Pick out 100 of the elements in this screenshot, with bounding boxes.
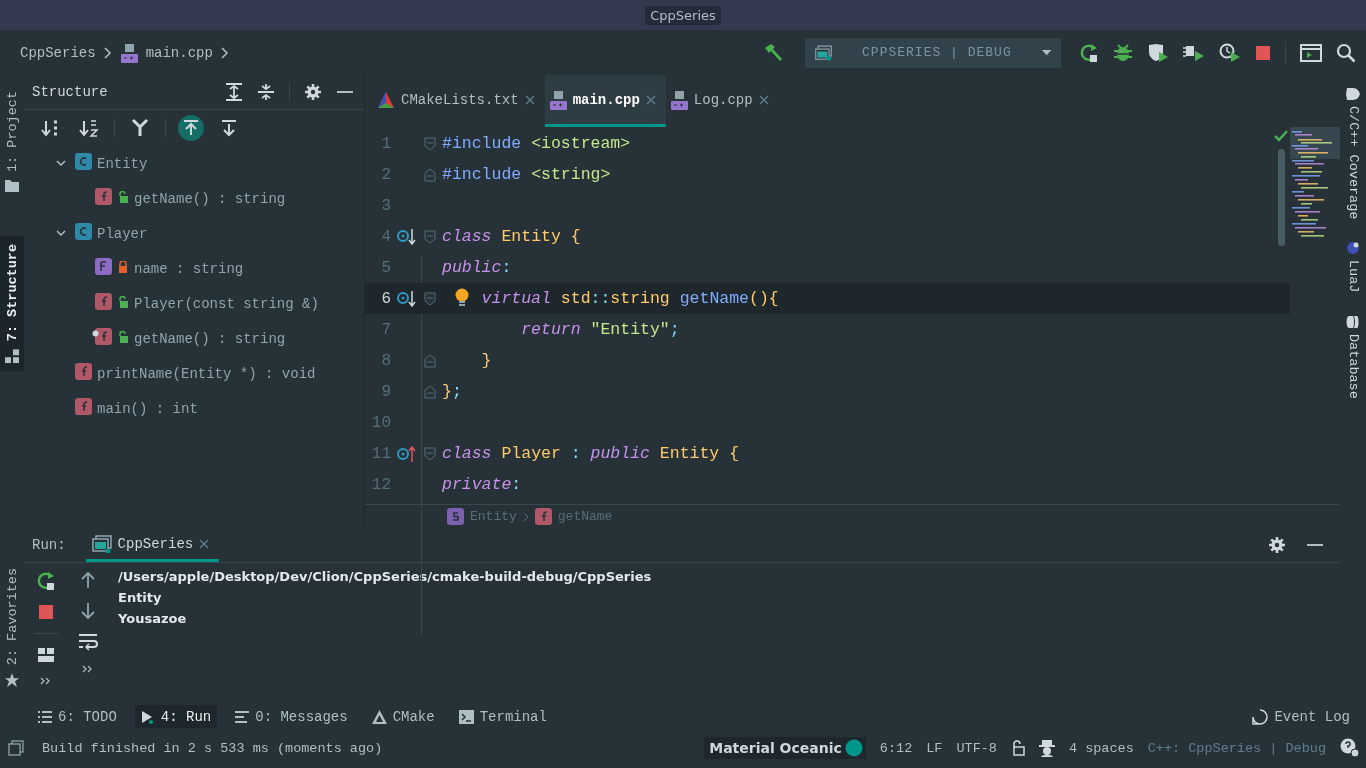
- fold-icon[interactable]: [424, 291, 436, 306]
- chevron-icon: [220, 46, 229, 59]
- line-number: 8: [380, 351, 391, 370]
- tree-item[interactable]: main() : int: [97, 400, 198, 417]
- indent-setting[interactable]: 4 spaces: [1068, 740, 1134, 756]
- function-icon: [95, 328, 112, 345]
- tree-item[interactable]: getName() : string: [134, 330, 286, 347]
- event-log-button[interactable]: Event Log: [1246, 705, 1356, 728]
- function-icon: [534, 508, 552, 525]
- cpp-file-icon: [669, 89, 688, 110]
- shield-icon: [1346, 87, 1360, 101]
- collapse-all-icon[interactable]: [257, 83, 275, 101]
- editor-tab[interactable]: main.cpp: [544, 75, 666, 127]
- file-encoding[interactable]: UTF-8: [956, 740, 997, 756]
- inherited-icon: [130, 118, 150, 138]
- editor-tab[interactable]: CMakeLists.txt: [373, 75, 545, 127]
- console-output-line: Yousazoe: [118, 610, 188, 628]
- line-number: 9: [380, 382, 391, 401]
- tool-window-tab[interactable]: 6: TODO: [32, 705, 123, 728]
- tool-window-tab[interactable]: 0: Messages: [229, 705, 354, 728]
- stop-icon[interactable]: [1255, 44, 1271, 61]
- caret-position[interactable]: 6:12: [879, 740, 913, 756]
- breadcrumb-item[interactable]: CppSeries: [20, 44, 96, 61]
- code-line: virtual std::string getName(){: [481, 289, 779, 308]
- line-number: 1: [380, 134, 391, 153]
- close-icon[interactable]: [524, 94, 535, 105]
- chevrons-icon[interactable]: [82, 664, 94, 674]
- line-separator[interactable]: LF: [926, 740, 943, 756]
- window-icon: [91, 534, 112, 553]
- run-tab[interactable]: CppSeries: [85, 528, 220, 562]
- play-icon: [140, 709, 155, 724]
- tool-window-tab[interactable]: Terminal: [452, 705, 553, 728]
- rerun-icon[interactable]: [36, 571, 56, 591]
- tool-window-tab[interactable]: 4: Run: [134, 705, 218, 728]
- unlocked-icon[interactable]: [1010, 740, 1025, 756]
- rerun-icon[interactable]: [1079, 42, 1099, 63]
- code-line: public:: [442, 258, 512, 277]
- close-icon[interactable]: [758, 94, 769, 105]
- line-number: 4: [380, 227, 391, 246]
- help-icon[interactable]: [1340, 738, 1360, 758]
- autoscroll-to-icon: [219, 118, 239, 138]
- lock-icon: [117, 260, 129, 273]
- moon-icon: [1346, 241, 1360, 256]
- function-icon: [95, 188, 112, 205]
- breadcrumb-item[interactable]: main.cpp: [145, 44, 213, 61]
- tool-window-tab[interactable]: 7: Structure: [0, 236, 24, 372]
- stop-icon[interactable]: [38, 604, 54, 620]
- unlocked-icon: [117, 295, 129, 308]
- code-line: private:: [442, 475, 522, 494]
- function-icon: [75, 363, 92, 380]
- tool-window-tab[interactable]: Database: [1345, 314, 1361, 399]
- tree-item[interactable]: Entity: [97, 155, 148, 172]
- status-message[interactable]: Build finished in 2 s 533 ms (moments ago): [42, 740, 691, 756]
- expand-all-icon[interactable]: [225, 83, 243, 101]
- tree-item[interactable]: Player: [97, 225, 148, 242]
- field-icon: [95, 258, 112, 275]
- settings-icon[interactable]: [304, 83, 322, 101]
- tool-window-tab[interactable]: CMake: [365, 705, 441, 728]
- panel-title: Run:: [32, 537, 66, 553]
- sort-alpha-icon: [79, 118, 99, 138]
- search-icon[interactable]: [1336, 42, 1356, 63]
- tool-window-tab[interactable]: C/C++ Coverage: [1345, 87, 1361, 220]
- autoscroll-from-toggle[interactable]: [178, 115, 204, 141]
- close-icon[interactable]: [645, 94, 656, 105]
- theme-switcher[interactable]: Material Oceanic: [704, 737, 866, 759]
- chevron-icon: [103, 46, 112, 59]
- tool-window-tab[interactable]: 2: Favorites: [0, 559, 24, 695]
- panel-title: Structure: [32, 84, 109, 100]
- cpp-file-icon: [119, 42, 138, 63]
- autoscroll-from-icon: [181, 118, 201, 138]
- bug-icon[interactable]: [1113, 42, 1133, 63]
- code-line: class Entity {: [442, 227, 581, 246]
- profiler-icon[interactable]: [1219, 42, 1241, 63]
- chevrons-icon[interactable]: [40, 676, 52, 686]
- down-arrow-icon[interactable]: [80, 602, 96, 620]
- editor-tab[interactable]: Log.cpp: [665, 75, 779, 127]
- tree-item[interactable]: name : string: [134, 260, 244, 277]
- line-number: 2: [380, 165, 391, 184]
- class-icon: [75, 223, 92, 240]
- soft-wrap-icon[interactable]: [78, 633, 98, 651]
- window-icon: [815, 42, 833, 63]
- tree-item[interactable]: printName(Entity *) : void: [97, 365, 316, 382]
- scrollbar-thumb[interactable]: [1278, 149, 1285, 246]
- window-icon[interactable]: [8, 740, 24, 756]
- tool-window-tab[interactable]: 1: Project: [0, 83, 24, 200]
- bulb-icon[interactable]: [455, 288, 469, 308]
- hammer-icon[interactable]: [763, 42, 783, 63]
- overridden-method-icon: [397, 227, 417, 246]
- console-output-line: /Users/apple/Desktop/Dev/Clion/CppSeries/cmake-build-debug/CppSeries: [118, 568, 653, 586]
- settings-icon[interactable]: [1268, 536, 1286, 554]
- inspector-icon[interactable]: [1038, 739, 1055, 757]
- messages-icon: [235, 710, 250, 723]
- layout-icon[interactable]: [37, 647, 55, 663]
- tree-item[interactable]: Player(const string &): [134, 295, 319, 312]
- close-icon[interactable]: [199, 538, 210, 549]
- terminal-window-icon[interactable]: [1300, 42, 1322, 63]
- tool-window-tab[interactable]: LuaJ: [1345, 241, 1361, 293]
- tree-item[interactable]: getName() : string: [134, 190, 286, 207]
- up-arrow-icon[interactable]: [80, 571, 96, 589]
- coverage-icon[interactable]: [1147, 42, 1169, 63]
